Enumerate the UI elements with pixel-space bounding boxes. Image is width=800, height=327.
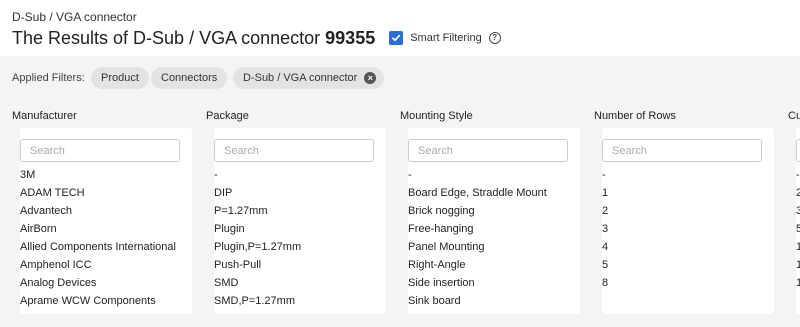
list-item[interactable]: Analog Devices — [20, 274, 192, 292]
list-item[interactable]: Allied Components International — [20, 238, 192, 256]
list-item[interactable]: 5 — [602, 256, 774, 274]
facet-panel: - DIP P=1.27mm Plugin Plugin,P=1.27mm Pu… — [214, 128, 386, 314]
facet-number-of-rows: Number of Rows - 1 2 3 4 5 8 — [594, 100, 774, 327]
list-item[interactable]: Aprame WCW Components — [20, 292, 192, 310]
search-input[interactable] — [408, 139, 568, 162]
list-item[interactable]: Push-Pull — [214, 256, 386, 274]
list-item[interactable]: SMD,P=1.27mm — [214, 292, 386, 310]
close-icon[interactable]: × — [364, 72, 377, 84]
page-title-text: The Results of D-Sub / VGA connector — [12, 27, 321, 48]
filter-chip-connectors[interactable]: Connectors — [151, 67, 228, 89]
page-header: D-Sub / VGA connector The Results of D-S… — [0, 0, 800, 56]
filter-chip-d-sub-vga[interactable]: D-Sub / VGA connector × — [233, 67, 385, 89]
title-row: The Results of D-Sub / VGA connector 9935… — [12, 26, 501, 50]
list-item[interactable]: 3 — [602, 220, 774, 238]
list-item[interactable]: - — [214, 166, 386, 184]
list-item[interactable]: Sink board — [408, 292, 580, 310]
facet-title: Mounting Style — [400, 110, 473, 122]
page-title: The Results of D-Sub / VGA connector 9935… — [12, 28, 375, 49]
list-item[interactable]: 3M — [20, 166, 192, 184]
facet-title: Number of Rows — [594, 110, 676, 122]
smart-filtering-label[interactable]: Smart Filtering — [410, 32, 482, 44]
checkmark-icon — [392, 34, 401, 42]
search-input[interactable] — [796, 139, 800, 162]
list-item[interactable]: Amphenol ICC — [20, 256, 192, 274]
search-input[interactable] — [20, 139, 180, 162]
search-input[interactable] — [602, 139, 762, 162]
facet-panel: 3M ADAM TECH Advantech AirBorn Allied Co… — [20, 128, 192, 314]
filter-chip-label: Connectors — [161, 72, 218, 84]
facet-panel: - Board Edge, Straddle Mount Brick noggi… — [408, 128, 580, 314]
list-item[interactable]: DIP — [214, 184, 386, 202]
facet-option-list[interactable]: - 2 3 5 1 1 1 — [796, 166, 800, 292]
list-item[interactable]: Plugin — [214, 220, 386, 238]
list-item[interactable]: Advantech — [20, 202, 192, 220]
list-item[interactable]: 8 — [602, 274, 774, 292]
list-item[interactable]: 2 — [602, 202, 774, 220]
list-item[interactable]: - — [408, 166, 580, 184]
list-item[interactable]: Brick nogging — [408, 202, 580, 220]
list-item[interactable]: Plugin,P=1.27mm — [214, 238, 386, 256]
facet-manufacturer: Manufacturer 3M ADAM TECH Advantech AirB… — [12, 100, 192, 327]
facet-package: Package - DIP P=1.27mm Plugin Plugin,P=1… — [206, 100, 386, 327]
applied-filters-label: Applied Filters: — [12, 72, 85, 84]
facet-title: Manufacturer — [12, 110, 77, 122]
list-item[interactable]: AirBorn — [20, 220, 192, 238]
list-item[interactable]: Side insertion — [408, 274, 580, 292]
list-item[interactable]: 1 — [796, 238, 800, 256]
list-item[interactable]: - — [602, 166, 774, 184]
list-item[interactable]: Panel Mounting — [408, 238, 580, 256]
facet-panel: - 1 2 3 4 5 8 — [602, 128, 774, 314]
list-item[interactable]: 1 — [796, 256, 800, 274]
list-item[interactable]: Right-Angle — [408, 256, 580, 274]
list-item[interactable]: Board Edge, Straddle Mount — [408, 184, 580, 202]
breadcrumb[interactable]: D-Sub / VGA connector — [12, 10, 137, 24]
facet-option-list[interactable]: - Board Edge, Straddle Mount Brick noggi… — [408, 166, 580, 310]
facet-option-list[interactable]: 3M ADAM TECH Advantech AirBorn Allied Co… — [20, 166, 192, 310]
list-item[interactable]: 1 — [602, 184, 774, 202]
facet-title: Cu — [788, 110, 800, 122]
search-input[interactable] — [214, 139, 374, 162]
list-item[interactable]: 1 — [796, 274, 800, 292]
list-item[interactable]: Free-hanging — [408, 220, 580, 238]
facet-option-list[interactable]: - DIP P=1.27mm Plugin Plugin,P=1.27mm Pu… — [214, 166, 386, 310]
smart-filtering-checkbox[interactable] — [389, 31, 404, 45]
filter-chip-label: Product — [101, 72, 139, 84]
list-item[interactable]: 3 — [796, 202, 800, 220]
facet-mounting-style: Mounting Style - Board Edge, Straddle Mo… — [400, 100, 580, 327]
applied-filters-bar: Applied Filters: Product Connectors D-Su… — [0, 56, 800, 100]
list-item[interactable]: P=1.27mm — [214, 202, 386, 220]
facet-panel: - 2 3 5 1 1 1 — [796, 128, 800, 314]
list-item[interactable]: - — [796, 166, 800, 184]
filter-chip-product[interactable]: Product — [91, 67, 149, 89]
facet-title: Package — [206, 110, 249, 122]
facet-option-list[interactable]: - 1 2 3 4 5 8 — [602, 166, 774, 292]
help-icon[interactable]: ? — [488, 32, 501, 44]
list-item[interactable]: 2 — [796, 184, 800, 202]
list-item[interactable]: 5 — [796, 220, 800, 238]
facet-filters: Manufacturer 3M ADAM TECH Advantech AirB… — [0, 100, 800, 327]
list-item[interactable]: SMD — [214, 274, 386, 292]
list-item[interactable]: ADAM TECH — [20, 184, 192, 202]
filter-chip-label: D-Sub / VGA connector — [243, 72, 358, 84]
result-count: 99355 — [325, 27, 376, 48]
facet-cu-partial: Cu - 2 3 5 1 1 1 — [788, 100, 800, 327]
list-item[interactable]: 4 — [602, 238, 774, 256]
